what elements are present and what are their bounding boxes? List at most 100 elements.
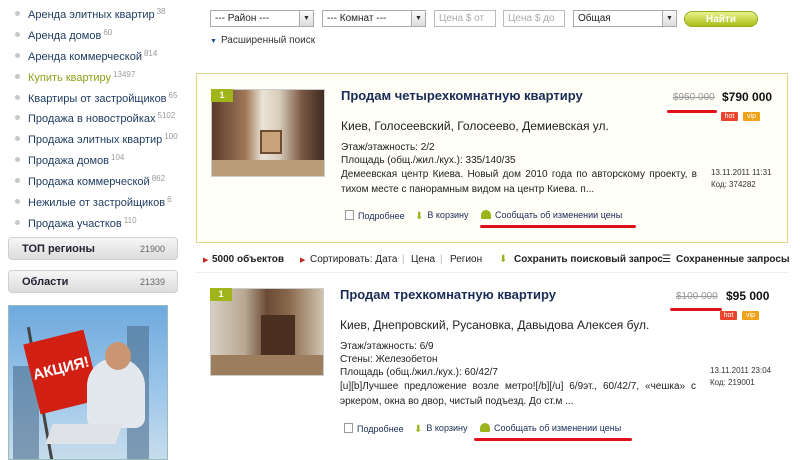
listing-date: 13.11.2011 11:31 Код: 374282: [711, 167, 772, 191]
regions-label: Области: [22, 276, 69, 288]
category-item[interactable]: Продажа в новостройках 5102: [12, 106, 178, 127]
category-item[interactable]: Аренда элитных квартир 38: [12, 2, 178, 23]
price-to-input[interactable]: Цена $ до: [503, 10, 565, 27]
separator: |: [440, 254, 443, 265]
listing-description: Демеевская центр Киева. Новый дом 2010 г…: [341, 169, 697, 195]
top-regions-label: ТОП регионы: [22, 243, 95, 255]
notify-price-link[interactable]: Сообщать об изменении цены: [481, 210, 622, 220]
category-link[interactable]: Квартиры от застройщиков: [28, 93, 167, 105]
bullet-icon: [15, 94, 20, 100]
category-link[interactable]: Продажа домов: [28, 155, 109, 167]
category-link[interactable]: Продажа участков: [28, 218, 122, 230]
listing-address: Киев, Голосеевский, Голосеево, Демиевска…: [341, 119, 609, 133]
category-item[interactable]: Продажа участков 110: [12, 211, 178, 232]
category-item[interactable]: Продажа элитных квартир 100: [12, 127, 178, 148]
find-button[interactable]: Найти: [684, 11, 758, 27]
category-item[interactable]: Аренда домов 60: [12, 23, 178, 44]
old-price: $100 000: [676, 291, 718, 302]
category-link[interactable]: Продажа элитных квартир: [28, 134, 162, 146]
notify-price-link[interactable]: Сообщать об изменении цены: [480, 423, 621, 433]
category-count: 110: [123, 215, 137, 225]
area-value: Общая: [578, 13, 611, 24]
category-list: Аренда элитных квартир 38 Аренда домов 60 …: [12, 2, 178, 232]
category-link[interactable]: Нежилые от застройщиков: [28, 197, 165, 209]
listing-date-text: 13.11.2011 11:31: [711, 168, 772, 177]
add-to-cart-link[interactable]: ⬇ В корзину: [415, 210, 469, 222]
listing-card: 1 Продам четырехкомнатную квартиру $950 …: [196, 73, 788, 243]
hot-tag: hot: [721, 112, 738, 121]
details-label: Подробнее: [358, 211, 405, 221]
chevron-down-icon: ▼: [299, 11, 313, 26]
triangle-down-icon: ▼: [210, 38, 217, 45]
cart-label: В корзину: [426, 423, 468, 433]
category-item-active[interactable]: Купить квартиру 13497: [12, 65, 178, 86]
details-link[interactable]: Подробнее: [345, 210, 405, 221]
area-select[interactable]: Общая ▼: [573, 10, 677, 27]
category-item[interactable]: Продажа домов 104: [12, 148, 178, 169]
rooms-select[interactable]: --- Комнат --- ▼: [322, 10, 426, 27]
download-icon: ⬇: [415, 211, 424, 222]
cabinet-shape: [261, 315, 295, 355]
bullet-icon: [15, 219, 20, 225]
category-item[interactable]: Квартиры от застройщиков 65: [12, 86, 178, 107]
rooms-value: --- Комнат ---: [327, 13, 387, 24]
category-link[interactable]: Аренда домов: [28, 30, 101, 42]
district-select[interactable]: --- Район --- ▼: [210, 10, 314, 27]
hot-tag: hot: [720, 311, 737, 320]
details-link[interactable]: Подробнее: [344, 423, 404, 434]
category-link[interactable]: Аренда коммерческой: [28, 51, 142, 63]
bullet-icon: [15, 52, 20, 58]
separator: |: [402, 254, 405, 265]
cart-label: В корзину: [427, 210, 469, 220]
category-item[interactable]: Аренда коммерческой 814: [12, 44, 178, 65]
floor-shape: [211, 355, 323, 375]
promo-banner[interactable]: АКЦИЯ!: [8, 305, 168, 460]
listing-photo[interactable]: [210, 288, 324, 376]
notify-label: Сообщать об изменении цены: [495, 210, 623, 220]
category-count: 13497: [113, 69, 136, 79]
download-icon: ⬇: [414, 424, 423, 435]
download-icon: ⬇: [499, 254, 508, 265]
listing-title-link[interactable]: Продам четырехкомнатную квартиру: [341, 88, 583, 103]
category-link[interactable]: Аренда элитных квартир: [28, 9, 155, 21]
bell-icon: [480, 423, 490, 432]
category-count: 38: [156, 7, 166, 16]
category-item[interactable]: Нежилые от застройщиков 6: [12, 190, 178, 211]
listing-area: Площадь (общ./жил./кух.): 335/140/35: [341, 155, 516, 166]
category-count: 100: [164, 132, 178, 142]
sort-by-date[interactable]: Сортировать: Дата: [310, 254, 397, 265]
red-underline: [480, 225, 636, 228]
top-regions-button[interactable]: ТОП регионы 21900: [8, 237, 178, 260]
bullet-icon: [15, 11, 20, 16]
category-link[interactable]: Продажа в новостройках: [28, 113, 156, 125]
sort-by-region[interactable]: Регион: [450, 254, 482, 265]
advanced-search-link[interactable]: ▼ Расширенный поиск: [210, 35, 315, 46]
category-count: 60: [103, 27, 113, 37]
search-bar: --- Район --- ▼ --- Комнат --- ▼ Цена $ …: [210, 10, 790, 50]
category-link[interactable]: Продажа коммерческой: [28, 176, 150, 188]
results-toolbar: ▶ 5000 объектов ▶ Сортировать: Дата | Це…: [196, 252, 790, 270]
listing-photo[interactable]: [211, 89, 325, 177]
advanced-search-label: Расширенный поиск: [220, 35, 316, 46]
listing-title-link[interactable]: Продам трехкомнатную квартиру: [340, 287, 556, 302]
laptop-shape: [45, 424, 123, 444]
listing-walls: Стены: Железобетон: [340, 354, 438, 365]
saved-queries-link[interactable]: Сохраненные запросы: [676, 254, 790, 265]
bullet-icon: [15, 136, 20, 142]
document-icon: [345, 210, 354, 220]
add-to-cart-link[interactable]: ⬇ В корзину: [414, 423, 468, 435]
price-from-input[interactable]: Цена $ от: [434, 10, 496, 27]
save-query-link[interactable]: Сохранить поисковый запрос: [514, 254, 663, 265]
regions-button[interactable]: Области 21339: [8, 270, 178, 293]
sort-by-price[interactable]: Цена: [411, 254, 435, 265]
bullet-icon: [15, 178, 20, 184]
category-link[interactable]: Купить квартиру: [28, 72, 111, 84]
vip-tag: vip: [743, 112, 760, 121]
new-price: $95 000: [726, 289, 770, 303]
bullet-icon: [15, 199, 20, 205]
old-price: $950 000: [673, 92, 715, 103]
category-item[interactable]: Продажа коммерческой 862: [12, 169, 178, 190]
category-count: 65: [168, 90, 178, 100]
bullet-icon: [15, 31, 20, 37]
bullet-icon: [15, 157, 20, 163]
